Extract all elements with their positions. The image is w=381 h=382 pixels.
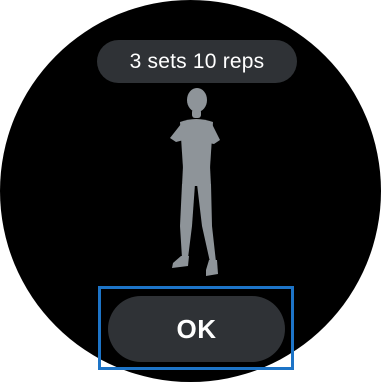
watch-screen: 3 sets 10 reps OK [0, 0, 381, 382]
sets-reps-badge: 3 sets 10 reps [97, 40, 297, 83]
exercise-figure-icon [150, 86, 240, 286]
ok-button[interactable]: OK [108, 296, 285, 362]
